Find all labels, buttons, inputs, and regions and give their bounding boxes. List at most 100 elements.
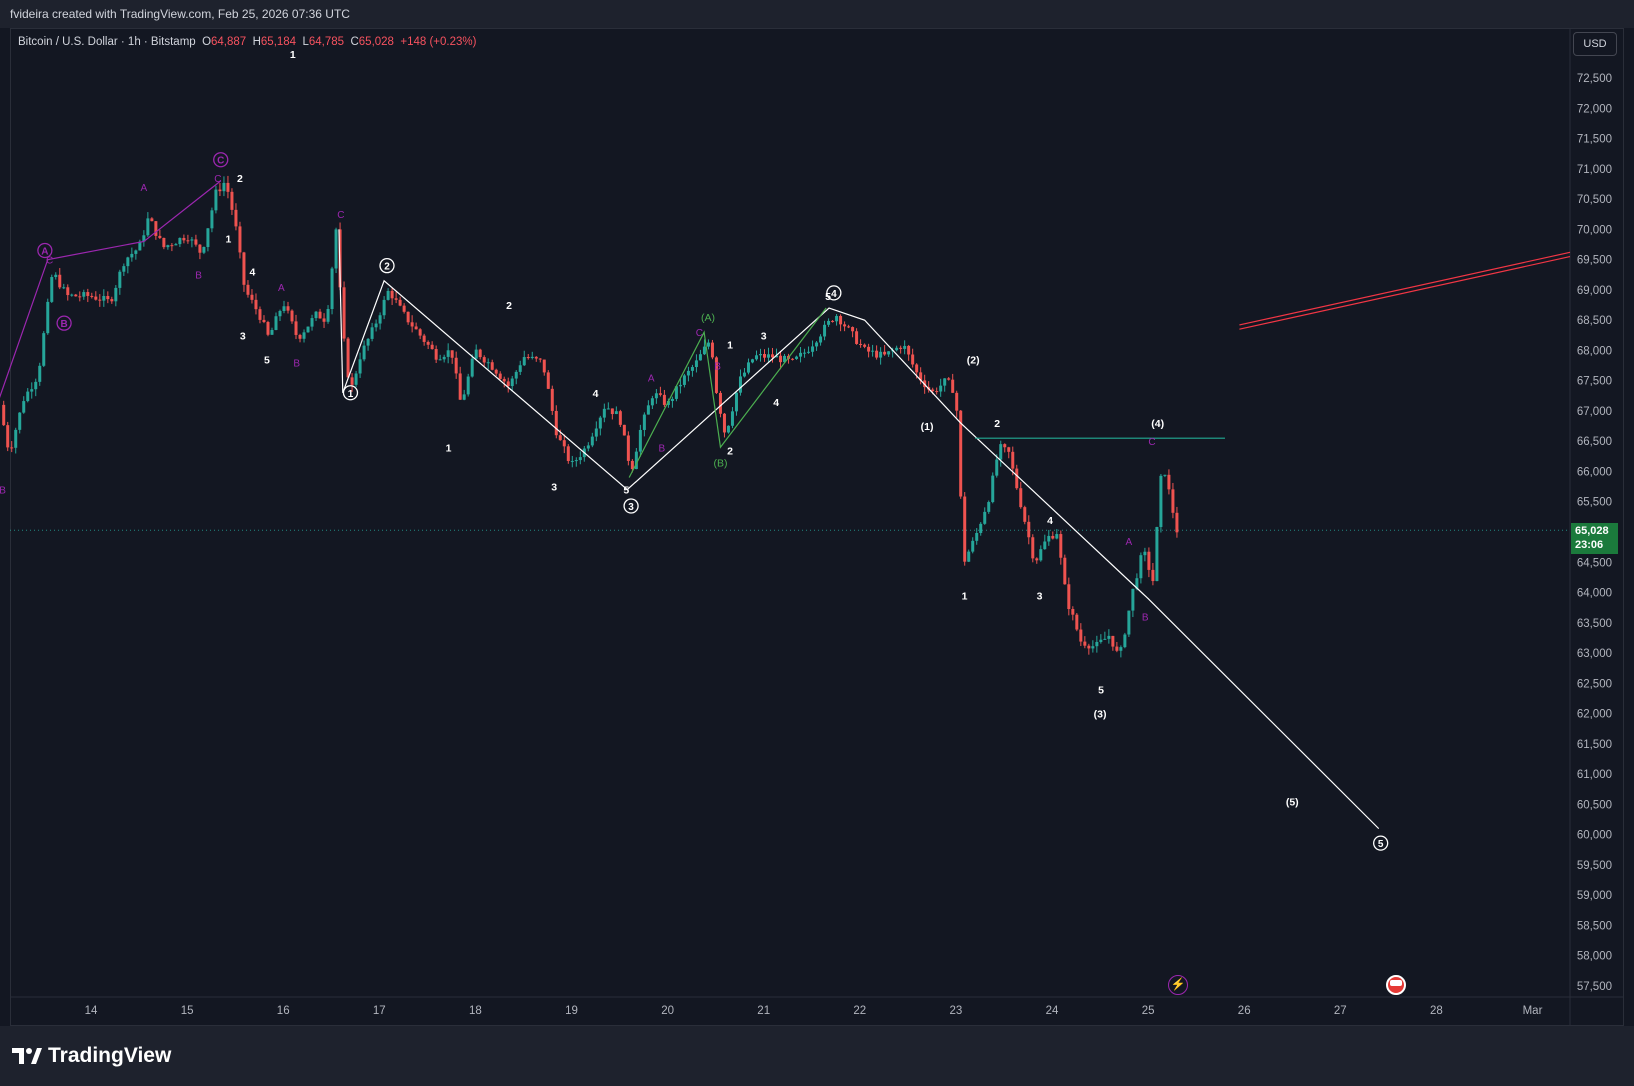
candle-body [638, 429, 642, 452]
wave-label: 4 [250, 267, 256, 279]
candle-body [210, 210, 214, 229]
candle-body [538, 358, 542, 360]
candle-body [506, 381, 510, 387]
price-chart[interactable]: 72,500 72,000 71,500 71,000 70,500 70,000 69,5… [0, 0, 1634, 1026]
y-tick-label: 62,500 [1577, 678, 1612, 690]
candle-body [522, 357, 526, 366]
candle-body [578, 457, 582, 461]
candle-body [855, 331, 859, 344]
x-tick-label: 14 [85, 1005, 98, 1017]
candle-body [366, 338, 370, 346]
candle-body [374, 323, 378, 328]
candle-body [943, 378, 947, 386]
wave-label: C [1148, 437, 1155, 448]
candle-body [46, 301, 50, 334]
x-tick-label: 28 [1430, 1005, 1443, 1017]
y-tick-label: 57,500 [1577, 981, 1612, 993]
symbol-name[interactable]: Bitcoin / U.S. Dollar · 1h · Bitstamp [18, 36, 196, 48]
candle-body [410, 322, 414, 327]
candle-body [390, 290, 394, 299]
candle-body [238, 226, 242, 253]
wave-label: B [60, 319, 67, 330]
x-tick-label: 24 [1046, 1005, 1059, 1017]
red-trendline [1239, 251, 1571, 326]
y-tick-label: 61,500 [1577, 739, 1612, 751]
candle-body [871, 350, 875, 352]
candle-body [746, 362, 750, 373]
candle-body [490, 362, 494, 370]
candle-body [222, 182, 226, 192]
x-tick-label: 26 [1238, 1005, 1251, 1017]
candle-body [470, 358, 474, 377]
candle-body [1059, 534, 1063, 558]
candle-body [722, 413, 726, 433]
candle-body [951, 379, 955, 393]
candle-body [214, 189, 218, 211]
y-tick-label: 72,000 [1577, 103, 1612, 115]
candle-body [915, 364, 919, 373]
candle-body [230, 191, 234, 210]
currency-button[interactable]: USD [1573, 32, 1617, 56]
candle-body [907, 345, 911, 355]
candle-body [847, 326, 851, 328]
last-price-value: 65,028 [1575, 525, 1609, 537]
candle-body [931, 389, 935, 392]
candle-body [646, 405, 650, 415]
candle-body [422, 335, 426, 342]
candle-body [1115, 646, 1119, 651]
candle-body [474, 349, 478, 359]
candle-body [554, 410, 558, 436]
x-tick-label: 19 [565, 1005, 578, 1017]
candle-body [763, 354, 767, 358]
candle-body [718, 392, 722, 414]
brand-logo[interactable]: TradingView [12, 1044, 171, 1068]
candle-body [811, 346, 815, 352]
us-flag-event-icon[interactable] [1386, 975, 1406, 995]
symbol-legend[interactable]: Bitcoin / U.S. Dollar · 1h · Bitstamp O6… [18, 34, 476, 50]
candle-body [70, 294, 74, 296]
wave-label: 5 [623, 485, 629, 497]
open-label: O [202, 36, 212, 48]
wave-label: B [714, 362, 721, 373]
candle-body [386, 290, 390, 300]
candle-body [1163, 474, 1167, 476]
lightning-event-icon[interactable]: ⚡ [1168, 975, 1188, 995]
candle-body [154, 221, 158, 236]
candle-body [698, 354, 702, 361]
wave-label: B [1142, 613, 1149, 624]
candle-body [190, 239, 194, 241]
wave-label: (1) [921, 421, 934, 433]
candle-body [170, 245, 174, 247]
candle-body [995, 459, 999, 476]
wave-label: (4) [1151, 418, 1164, 430]
candle-body [967, 551, 971, 562]
wave-label: (5) [1286, 796, 1299, 808]
candle-body [518, 365, 522, 372]
candle-body [1119, 647, 1123, 651]
candle-body [202, 246, 206, 253]
candle-body [118, 271, 122, 288]
candle-body [831, 320, 835, 322]
candle-body [146, 218, 150, 236]
candle-body [10, 447, 14, 449]
candle-body [1167, 474, 1171, 490]
wave-label: 4 [831, 289, 837, 300]
x-tick-label: 22 [853, 1005, 866, 1017]
y-tick-label: 63,000 [1577, 648, 1612, 660]
candle-body [86, 292, 90, 296]
candle-body [887, 351, 891, 355]
candle-body [106, 295, 110, 300]
candle-body [438, 359, 442, 361]
candle-body [494, 369, 498, 374]
candle-body [767, 354, 771, 358]
candle-body [1107, 635, 1111, 639]
candle-body [983, 511, 987, 524]
wave-label: 3 [240, 330, 246, 342]
candle-body [310, 318, 314, 327]
candle-body [1103, 638, 1107, 640]
candle-body [346, 338, 350, 378]
candle-body [606, 408, 610, 410]
candle-body [939, 385, 943, 392]
candle-body [1019, 488, 1023, 508]
candle-body [807, 351, 811, 353]
